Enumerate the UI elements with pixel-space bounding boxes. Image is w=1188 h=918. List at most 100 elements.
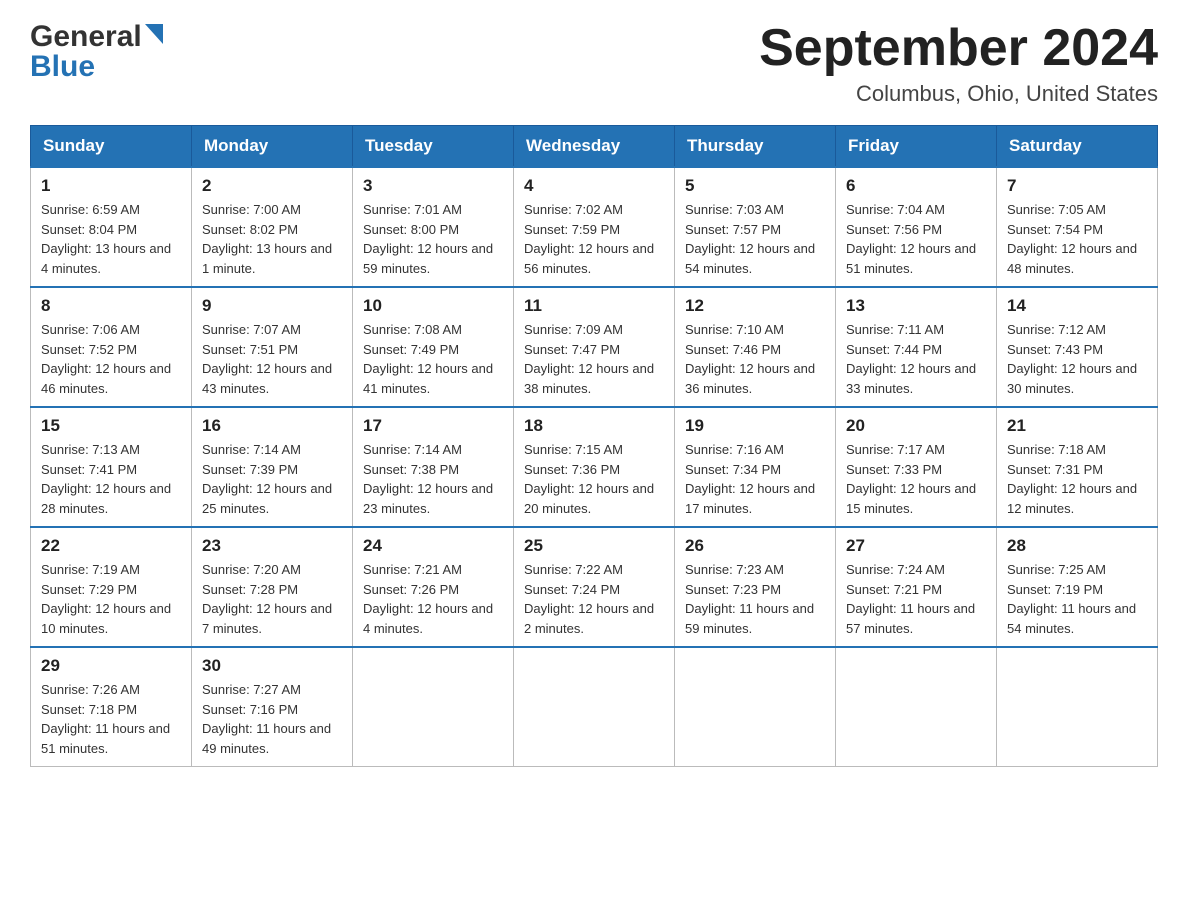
calendar-cell: 13 Sunrise: 7:11 AMSunset: 7:44 PMDayligh…: [836, 287, 997, 407]
col-tuesday: Tuesday: [353, 126, 514, 168]
day-info: Sunrise: 7:03 AMSunset: 7:57 PMDaylight:…: [685, 200, 825, 278]
calendar-cell: 17 Sunrise: 7:14 AMSunset: 7:38 PMDayligh…: [353, 407, 514, 527]
calendar-cell: 30 Sunrise: 7:27 AMSunset: 7:16 PMDayligh…: [192, 647, 353, 767]
day-number: 29: [41, 656, 181, 676]
day-info: Sunrise: 7:15 AMSunset: 7:36 PMDaylight:…: [524, 440, 664, 518]
calendar-cell: 29 Sunrise: 7:26 AMSunset: 7:18 PMDayligh…: [31, 647, 192, 767]
calendar-cell: 22 Sunrise: 7:19 AMSunset: 7:29 PMDayligh…: [31, 527, 192, 647]
location-title: Columbus, Ohio, United States: [759, 81, 1158, 107]
col-saturday: Saturday: [997, 126, 1158, 168]
day-number: 26: [685, 536, 825, 556]
calendar-cell: 19Sunrise: 7:16 AMSunset: 7:34 PMDayligh…: [675, 407, 836, 527]
logo-blue-text: Blue: [30, 50, 95, 84]
col-sunday: Sunday: [31, 126, 192, 168]
calendar-cell: 11 Sunrise: 7:09 AMSunset: 7:47 PMDayligh…: [514, 287, 675, 407]
day-info: Sunrise: 7:23 AMSunset: 7:23 PMDaylight:…: [685, 560, 825, 638]
calendar-cell: 7Sunrise: 7:05 AMSunset: 7:54 PMDaylight…: [997, 167, 1158, 287]
calendar-cell: 4Sunrise: 7:02 AMSunset: 7:59 PMDaylight…: [514, 167, 675, 287]
day-info: Sunrise: 7:00 AMSunset: 8:02 PMDaylight:…: [202, 200, 342, 278]
header-row: Sunday Monday Tuesday Wednesday Thursday…: [31, 126, 1158, 168]
day-number: 9: [202, 296, 342, 316]
col-monday: Monday: [192, 126, 353, 168]
calendar-cell: 3 Sunrise: 7:01 AMSunset: 8:00 PMDaylight…: [353, 167, 514, 287]
logo-triangle-icon: [145, 24, 163, 49]
day-info: Sunrise: 7:09 AMSunset: 7:47 PMDaylight:…: [524, 320, 664, 398]
calendar-cell: 1 Sunrise: 6:59 AMSunset: 8:04 PMDaylight…: [31, 167, 192, 287]
day-info: Sunrise: 7:18 AMSunset: 7:31 PMDaylight:…: [1007, 440, 1147, 518]
month-title: September 2024: [759, 20, 1158, 77]
day-number: 22: [41, 536, 181, 556]
calendar-cell: [514, 647, 675, 767]
calendar-cell: 20 Sunrise: 7:17 AMSunset: 7:33 PMDayligh…: [836, 407, 997, 527]
calendar-cell: 15 Sunrise: 7:13 AMSunset: 7:41 PMDayligh…: [31, 407, 192, 527]
day-number: 11: [524, 296, 664, 316]
day-number: 24: [363, 536, 503, 556]
calendar-cell: 9Sunrise: 7:07 AMSunset: 7:51 PMDaylight…: [192, 287, 353, 407]
calendar-cell: 21 Sunrise: 7:18 AMSunset: 7:31 PMDayligh…: [997, 407, 1158, 527]
day-number: 5: [685, 176, 825, 196]
day-number: 18: [524, 416, 664, 436]
day-info: Sunrise: 7:19 AMSunset: 7:29 PMDaylight:…: [41, 560, 181, 638]
calendar-cell: 10 Sunrise: 7:08 AMSunset: 7:49 PMDayligh…: [353, 287, 514, 407]
day-info: Sunrise: 7:14 AMSunset: 7:39 PMDaylight:…: [202, 440, 342, 518]
day-info: Sunrise: 6:59 AMSunset: 8:04 PMDaylight:…: [41, 200, 181, 278]
calendar-cell: 26 Sunrise: 7:23 AMSunset: 7:23 PMDayligh…: [675, 527, 836, 647]
day-info: Sunrise: 7:01 AMSunset: 8:00 PMDaylight:…: [363, 200, 503, 278]
day-number: 7: [1007, 176, 1147, 196]
day-info: Sunrise: 7:14 AMSunset: 7:38 PMDaylight:…: [363, 440, 503, 518]
week-row-1: 1 Sunrise: 6:59 AMSunset: 8:04 PMDaylight…: [31, 167, 1158, 287]
day-number: 21: [1007, 416, 1147, 436]
logo: General Blue: [30, 20, 163, 84]
day-info: Sunrise: 7:04 AMSunset: 7:56 PMDaylight:…: [846, 200, 986, 278]
day-number: 14: [1007, 296, 1147, 316]
day-number: 6: [846, 176, 986, 196]
calendar-cell: 28Sunrise: 7:25 AMSunset: 7:19 PMDayligh…: [997, 527, 1158, 647]
calendar-cell: 5 Sunrise: 7:03 AMSunset: 7:57 PMDaylight…: [675, 167, 836, 287]
logo-general-text: General: [30, 20, 142, 54]
day-info: Sunrise: 7:17 AMSunset: 7:33 PMDaylight:…: [846, 440, 986, 518]
week-row-4: 22 Sunrise: 7:19 AMSunset: 7:29 PMDayligh…: [31, 527, 1158, 647]
week-row-5: 29 Sunrise: 7:26 AMSunset: 7:18 PMDayligh…: [31, 647, 1158, 767]
day-number: 17: [363, 416, 503, 436]
day-number: 15: [41, 416, 181, 436]
day-number: 3: [363, 176, 503, 196]
day-number: 12: [685, 296, 825, 316]
day-info: Sunrise: 7:02 AMSunset: 7:59 PMDaylight:…: [524, 200, 664, 278]
calendar-cell: [353, 647, 514, 767]
calendar-cell: 18 Sunrise: 7:15 AMSunset: 7:36 PMDayligh…: [514, 407, 675, 527]
day-number: 2: [202, 176, 342, 196]
calendar-table: Sunday Monday Tuesday Wednesday Thursday…: [30, 125, 1158, 767]
day-info: Sunrise: 7:06 AMSunset: 7:52 PMDaylight:…: [41, 320, 181, 398]
day-info: Sunrise: 7:22 AMSunset: 7:24 PMDaylight:…: [524, 560, 664, 638]
calendar-cell: 16Sunrise: 7:14 AMSunset: 7:39 PMDayligh…: [192, 407, 353, 527]
day-number: 8: [41, 296, 181, 316]
day-number: 1: [41, 176, 181, 196]
day-number: 20: [846, 416, 986, 436]
day-info: Sunrise: 7:12 AMSunset: 7:43 PMDaylight:…: [1007, 320, 1147, 398]
day-info: Sunrise: 7:10 AMSunset: 7:46 PMDaylight:…: [685, 320, 825, 398]
day-info: Sunrise: 7:21 AMSunset: 7:26 PMDaylight:…: [363, 560, 503, 638]
day-number: 10: [363, 296, 503, 316]
calendar-cell: 8 Sunrise: 7:06 AMSunset: 7:52 PMDaylight…: [31, 287, 192, 407]
day-number: 25: [524, 536, 664, 556]
day-info: Sunrise: 7:27 AMSunset: 7:16 PMDaylight:…: [202, 680, 342, 758]
calendar-cell: 24 Sunrise: 7:21 AMSunset: 7:26 PMDayligh…: [353, 527, 514, 647]
day-info: Sunrise: 7:25 AMSunset: 7:19 PMDaylight:…: [1007, 560, 1147, 638]
day-info: Sunrise: 7:26 AMSunset: 7:18 PMDaylight:…: [41, 680, 181, 758]
day-info: Sunrise: 7:13 AMSunset: 7:41 PMDaylight:…: [41, 440, 181, 518]
col-friday: Friday: [836, 126, 997, 168]
col-wednesday: Wednesday: [514, 126, 675, 168]
col-thursday: Thursday: [675, 126, 836, 168]
day-info: Sunrise: 7:20 AMSunset: 7:28 PMDaylight:…: [202, 560, 342, 638]
day-number: 13: [846, 296, 986, 316]
day-number: 23: [202, 536, 342, 556]
calendar-cell: 27Sunrise: 7:24 AMSunset: 7:21 PMDayligh…: [836, 527, 997, 647]
day-info: Sunrise: 7:11 AMSunset: 7:44 PMDaylight:…: [846, 320, 986, 398]
day-number: 30: [202, 656, 342, 676]
calendar-cell: [997, 647, 1158, 767]
calendar-cell: 14 Sunrise: 7:12 AMSunset: 7:43 PMDayligh…: [997, 287, 1158, 407]
calendar-cell: [836, 647, 997, 767]
calendar-cell: 6 Sunrise: 7:04 AMSunset: 7:56 PMDaylight…: [836, 167, 997, 287]
day-number: 27: [846, 536, 986, 556]
day-info: Sunrise: 7:08 AMSunset: 7:49 PMDaylight:…: [363, 320, 503, 398]
